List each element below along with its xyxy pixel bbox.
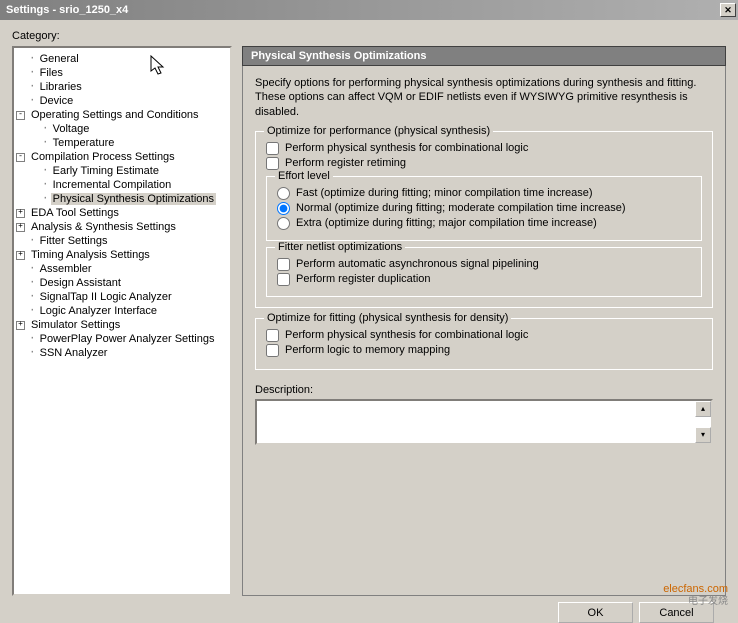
fitter-duplication-checkbox[interactable] bbox=[277, 273, 290, 286]
perf-retiming-checkbox[interactable] bbox=[266, 157, 279, 170]
tree-expander-icon[interactable]: + bbox=[16, 251, 25, 260]
effort-fast-label: Fast (optimize during fitting; minor com… bbox=[296, 187, 593, 199]
tree-item-label: Fitter Settings bbox=[38, 235, 110, 247]
tree-item-label: Operating Settings and Conditions bbox=[29, 109, 201, 121]
density-memory-label: Perform logic to memory mapping bbox=[285, 344, 450, 356]
tree-item[interactable]: -Operating Settings and Conditions bbox=[16, 108, 228, 122]
tree-expander-icon[interactable]: + bbox=[16, 209, 25, 218]
ok-button[interactable]: OK bbox=[558, 602, 633, 623]
density-group: Optimize for fitting (physical synthesis… bbox=[255, 318, 713, 370]
description-label: Description: bbox=[255, 384, 713, 396]
scroll-up-icon[interactable]: ▴ bbox=[695, 401, 711, 417]
fitter-duplication-label: Perform register duplication bbox=[296, 273, 431, 285]
tree-item[interactable]: ·Files bbox=[16, 66, 228, 80]
tree-item-label: PowerPlay Power Analyzer Settings bbox=[38, 333, 217, 345]
tree-item-label: SignalTap II Logic Analyzer bbox=[38, 291, 174, 303]
performance-group: Optimize for performance (physical synth… bbox=[255, 131, 713, 308]
effort-extra-radio[interactable] bbox=[277, 217, 290, 230]
effort-legend: Effort level bbox=[275, 170, 333, 182]
tree-item-label: Compilation Process Settings bbox=[29, 151, 177, 163]
tree-item[interactable]: ·Early Timing Estimate bbox=[16, 164, 228, 178]
watermark-tagline: 电子发烧 bbox=[663, 596, 728, 608]
tree-item[interactable]: + EDA Tool Settings bbox=[16, 206, 228, 220]
tree-item[interactable]: ·Device bbox=[16, 94, 228, 108]
watermark-domain: elecfans.com bbox=[663, 583, 728, 596]
window-title: Settings - srio_1250_x4 bbox=[2, 4, 720, 16]
perf-combinational-label: Perform physical synthesis for combinati… bbox=[285, 142, 528, 154]
panel-header: Physical Synthesis Optimizations bbox=[242, 46, 726, 66]
tree-item-label: Voltage bbox=[51, 123, 92, 135]
tree-item[interactable]: ·Logic Analyzer Interface bbox=[16, 304, 228, 318]
tree-item-label: Device bbox=[38, 95, 76, 107]
fitter-legend: Fitter netlist optimizations bbox=[275, 241, 405, 253]
watermark: elecfans.com 电子发烧 bbox=[663, 583, 728, 608]
tree-item[interactable]: ·Physical Synthesis Optimizations bbox=[16, 192, 228, 206]
tree-item-label: Assembler bbox=[38, 263, 94, 275]
tree-item-label: EDA Tool Settings bbox=[29, 207, 121, 219]
density-combinational-checkbox[interactable] bbox=[266, 329, 279, 342]
tree-item[interactable]: ·Temperature bbox=[16, 136, 228, 150]
tree-item-label: Early Timing Estimate bbox=[51, 165, 161, 177]
effort-normal-label: Normal (optimize during fitting; moderat… bbox=[296, 202, 626, 214]
tree-item[interactable]: ·Fitter Settings bbox=[16, 234, 228, 248]
category-label: Category: bbox=[12, 30, 726, 42]
tree-item-label: Timing Analysis Settings bbox=[29, 249, 152, 261]
category-tree[interactable]: ·General·Files·Libraries·Device-Operatin… bbox=[12, 46, 232, 596]
tree-item-label: Analysis & Synthesis Settings bbox=[29, 221, 178, 233]
effort-normal-radio[interactable] bbox=[277, 202, 290, 215]
tree-item-label: Simulator Settings bbox=[29, 319, 122, 331]
tree-item-label: SSN Analyzer bbox=[38, 347, 110, 359]
density-memory-checkbox[interactable] bbox=[266, 344, 279, 357]
tree-item[interactable]: ·Assembler bbox=[16, 262, 228, 276]
tree-expander-icon[interactable]: + bbox=[16, 321, 25, 330]
tree-item-label: Temperature bbox=[51, 137, 117, 149]
tree-item-label: Libraries bbox=[38, 81, 84, 93]
tree-item[interactable]: + Analysis & Synthesis Settings bbox=[16, 220, 228, 234]
performance-legend: Optimize for performance (physical synth… bbox=[264, 125, 493, 137]
tree-item[interactable]: ·PowerPlay Power Analyzer Settings bbox=[16, 332, 228, 346]
scroll-down-icon[interactable]: ▾ bbox=[695, 427, 711, 443]
tree-expander-icon[interactable]: - bbox=[16, 153, 25, 162]
tree-item[interactable]: ·Design Assistant bbox=[16, 276, 228, 290]
tree-item-label: Incremental Compilation bbox=[51, 179, 174, 191]
fitter-pipelining-label: Perform automatic asynchronous signal pi… bbox=[296, 258, 539, 270]
effort-extra-label: Extra (optimize during fitting; major co… bbox=[296, 217, 597, 229]
tree-item-label: General bbox=[38, 53, 81, 65]
close-button[interactable]: ✕ bbox=[720, 3, 736, 17]
tree-item[interactable]: + Simulator Settings bbox=[16, 318, 228, 332]
tree-item[interactable]: ·Voltage bbox=[16, 122, 228, 136]
perf-combinational-checkbox[interactable] bbox=[266, 142, 279, 155]
window-titlebar: Settings - srio_1250_x4 ✕ bbox=[0, 0, 738, 20]
tree-item[interactable]: ·General bbox=[16, 52, 228, 66]
tree-item[interactable]: ·SSN Analyzer bbox=[16, 346, 228, 360]
density-combinational-label: Perform physical synthesis for combinati… bbox=[285, 329, 528, 341]
perf-retiming-label: Perform register retiming bbox=[285, 157, 406, 169]
tree-item[interactable]: ·Incremental Compilation bbox=[16, 178, 228, 192]
fitter-pipelining-checkbox[interactable] bbox=[277, 258, 290, 271]
tree-item[interactable]: ·SignalTap II Logic Analyzer bbox=[16, 290, 228, 304]
tree-item[interactable]: -Compilation Process Settings bbox=[16, 150, 228, 164]
tree-expander-icon[interactable]: + bbox=[16, 223, 25, 232]
tree-item-label: Files bbox=[38, 67, 65, 79]
panel-intro: Specify options for performing physical … bbox=[255, 76, 713, 119]
tree-item-label: Physical Synthesis Optimizations bbox=[51, 193, 216, 205]
tree-item-label: Design Assistant bbox=[38, 277, 123, 289]
effort-fast-radio[interactable] bbox=[277, 187, 290, 200]
tree-item[interactable]: + Timing Analysis Settings bbox=[16, 248, 228, 262]
description-textarea[interactable]: ▴ ▾ bbox=[255, 399, 713, 445]
density-legend: Optimize for fitting (physical synthesis… bbox=[264, 312, 511, 324]
tree-item[interactable]: ·Libraries bbox=[16, 80, 228, 94]
tree-item-label: Logic Analyzer Interface bbox=[38, 305, 159, 317]
tree-expander-icon[interactable]: - bbox=[16, 111, 25, 120]
